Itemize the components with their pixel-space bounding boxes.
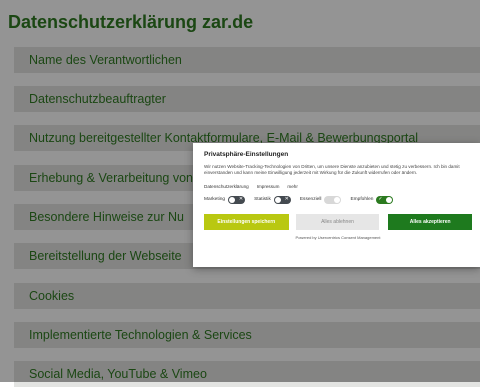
powered-by-text: Powered by Usercentrics Consent Manageme…	[295, 234, 381, 240]
statistik-switch[interactable]: ✕	[273, 195, 291, 204]
switch-knob	[229, 196, 236, 203]
consent-dialog: Privatsphäre-Einstellungen Wir nutzen We…	[193, 143, 480, 267]
switch-knob	[274, 196, 281, 203]
marketing-switch[interactable]: ✕	[228, 195, 246, 204]
toggle-label: Empfohlen	[350, 197, 374, 203]
more-link[interactable]: mehr	[287, 184, 297, 189]
toggle-essenziell: Essenziell	[299, 195, 342, 204]
consent-description: Wir nutzen Website-Tracking-Technologien…	[204, 164, 460, 176]
consent-buttons: Einstellungen speichern Alles ablehnen A…	[204, 213, 472, 230]
x-icon: ✕	[238, 196, 244, 203]
toggle-label: Statistik	[254, 197, 271, 203]
switch-knob	[386, 196, 393, 203]
toggle-label: Essenziell	[299, 197, 322, 203]
imprint-link[interactable]: Impressum	[257, 184, 280, 189]
check-icon: ✓	[378, 196, 383, 203]
empfohlen-switch[interactable]: ✓	[376, 195, 394, 204]
toggle-empfohlen: Empfohlen ✓	[350, 195, 394, 204]
essenziell-switch	[324, 195, 342, 204]
toggle-marketing: Marketing ✕	[204, 195, 246, 204]
deny-all-button[interactable]: Alles ablehnen	[295, 213, 380, 230]
switch-knob	[334, 196, 341, 203]
save-settings-button[interactable]: Einstellungen speichern	[204, 213, 289, 230]
consent-links: Datenschutzerklärung Impressum mehr	[204, 184, 472, 189]
toggle-statistik: Statistik ✕	[254, 195, 291, 204]
consent-toggles: Marketing ✕ Statistik ✕ Essenziell Empfo…	[204, 195, 472, 204]
accept-all-button[interactable]: Alles akzeptieren	[388, 213, 472, 230]
x-icon: ✕	[284, 196, 289, 203]
privacy-policy-link[interactable]: Datenschutzerklärung	[204, 184, 249, 189]
consent-title: Privatsphäre-Einstellungen	[204, 151, 289, 158]
toggle-label: Marketing	[204, 197, 226, 203]
